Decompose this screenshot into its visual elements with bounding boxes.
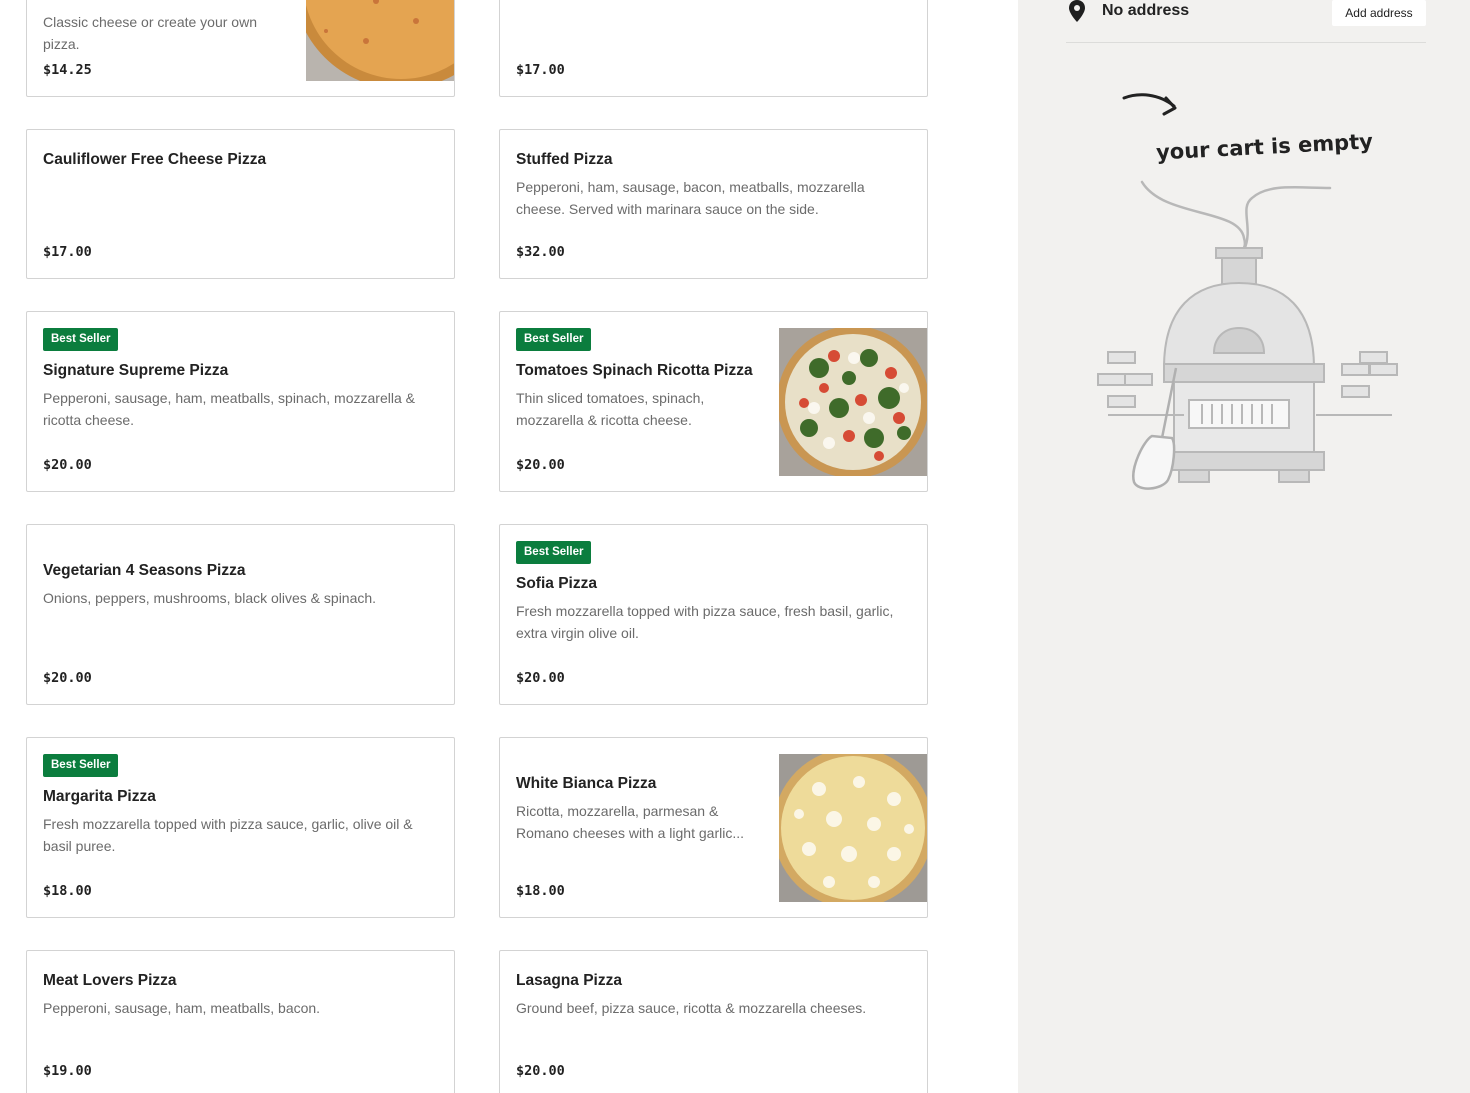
menu-item-card[interactable]: Cauliflower Free Cheese Pizza $17.00 bbox=[26, 129, 455, 279]
menu-item-card[interactable]: Best Seller Signature Supreme Pizza Pepp… bbox=[26, 311, 455, 492]
menu-item-name: Sofia Pizza bbox=[516, 575, 597, 592]
best-seller-badge: Best Seller bbox=[43, 754, 119, 777]
menu-item-name: Cauliflower Free Cheese Pizza bbox=[43, 151, 267, 168]
menu-item-card[interactable]: White Bianca Pizza Ricotta, mozzarella, … bbox=[499, 737, 928, 918]
menu-item-description: Pepperoni, sausage, ham, meatballs, baco… bbox=[43, 1000, 321, 1016]
menu-item-price: $17.00 bbox=[516, 62, 565, 78]
menu-item-card[interactable]: Stuffed Pizza Pepperoni, ham, sausage, b… bbox=[499, 129, 928, 279]
menu-item-description: Ground beef, pizza sauce, ricotta & mozz… bbox=[516, 1000, 867, 1016]
menu-item-price: $20.00 bbox=[43, 670, 92, 686]
empty-cart-illustration: your cart is empty bbox=[1094, 88, 1404, 498]
menu-item-price: $20.00 bbox=[516, 457, 565, 473]
menu-item-card[interactable]: Classic cheese or create your own pizza.… bbox=[26, 0, 455, 97]
menu-item-name: Vegetarian 4 Seasons Pizza bbox=[43, 562, 246, 579]
menu-item-description: Pepperoni, sausage, ham, meatballs, spin… bbox=[43, 390, 415, 428]
menu-item-card[interactable]: Meat Lovers Pizza Pepperoni, sausage, ha… bbox=[26, 950, 455, 1093]
menu-item-price: $18.00 bbox=[516, 883, 565, 899]
menu-list: Classic cheese or create your own pizza.… bbox=[0, 0, 1018, 1093]
menu-item-price: $20.00 bbox=[516, 1063, 565, 1079]
menu-item-name: Meat Lovers Pizza bbox=[43, 972, 177, 989]
menu-item-price: $20.00 bbox=[516, 670, 565, 686]
delivery-address-row: No address Add address bbox=[1066, 0, 1426, 43]
menu-item-description: Classic cheese or create your own pizza. bbox=[43, 14, 257, 52]
menu-item-name: Margarita Pizza bbox=[43, 788, 156, 805]
spinach-tomato-pizza-image bbox=[779, 328, 927, 476]
menu-item-description: Thin sliced tomatoes, spinach, mozzarell… bbox=[516, 390, 705, 428]
address-text: No address bbox=[1102, 2, 1190, 19]
menu-item-description: Ricotta, mozzarella, parmesan & Romano c… bbox=[516, 803, 744, 841]
menu-item-card[interactable]: $17.00 bbox=[499, 0, 928, 97]
menu-item-name: Signature Supreme Pizza bbox=[43, 362, 229, 379]
best-seller-badge: Best Seller bbox=[43, 328, 119, 351]
menu-item-name: Lasagna Pizza bbox=[516, 972, 622, 989]
menu-item-price: $32.00 bbox=[516, 244, 565, 260]
menu-item-name: Stuffed Pizza bbox=[516, 151, 613, 168]
menu-item-price: $14.25 bbox=[43, 62, 92, 78]
cart-sidebar: No address Add address your cart is empt… bbox=[1018, 0, 1470, 1093]
menu-item-card[interactable]: Best Seller Margarita Pizza Fresh mozzar… bbox=[26, 737, 455, 918]
menu-item-description: Fresh mozzarella topped with pizza sauce… bbox=[516, 603, 894, 641]
menu-item-card[interactable]: Best Seller Tomatoes Spinach Ricotta Piz… bbox=[499, 311, 928, 492]
menu-item-description: Pepperoni, ham, sausage, bacon, meatball… bbox=[516, 179, 865, 217]
menu-item-price: $20.00 bbox=[43, 457, 92, 473]
cheese-pizza-image bbox=[306, 0, 454, 81]
white-pizza-image bbox=[779, 754, 927, 902]
menu-item-price: $17.00 bbox=[43, 244, 92, 260]
menu-item-card[interactable]: Lasagna Pizza Ground beef, pizza sauce, … bbox=[499, 950, 928, 1093]
menu-item-card[interactable]: Best Seller Sofia Pizza Fresh mozzarella… bbox=[499, 524, 928, 705]
location-pin-icon bbox=[1068, 0, 1086, 22]
menu-item-card[interactable]: Vegetarian 4 Seasons Pizza Onions, peppe… bbox=[26, 524, 455, 705]
best-seller-badge: Best Seller bbox=[516, 328, 592, 351]
add-address-button[interactable]: Add address bbox=[1332, 0, 1426, 26]
pizza-oven-illustration-icon: your cart is empty bbox=[1097, 93, 1398, 490]
empty-cart-text: your cart is empty bbox=[1155, 129, 1373, 164]
menu-item-description: Fresh mozzarella topped with pizza sauce… bbox=[43, 816, 413, 854]
menu-item-price: $19.00 bbox=[43, 1063, 92, 1079]
menu-item-price: $18.00 bbox=[43, 883, 92, 899]
best-seller-badge: Best Seller bbox=[516, 541, 592, 564]
menu-item-description: Onions, peppers, mushrooms, black olives… bbox=[43, 590, 377, 606]
